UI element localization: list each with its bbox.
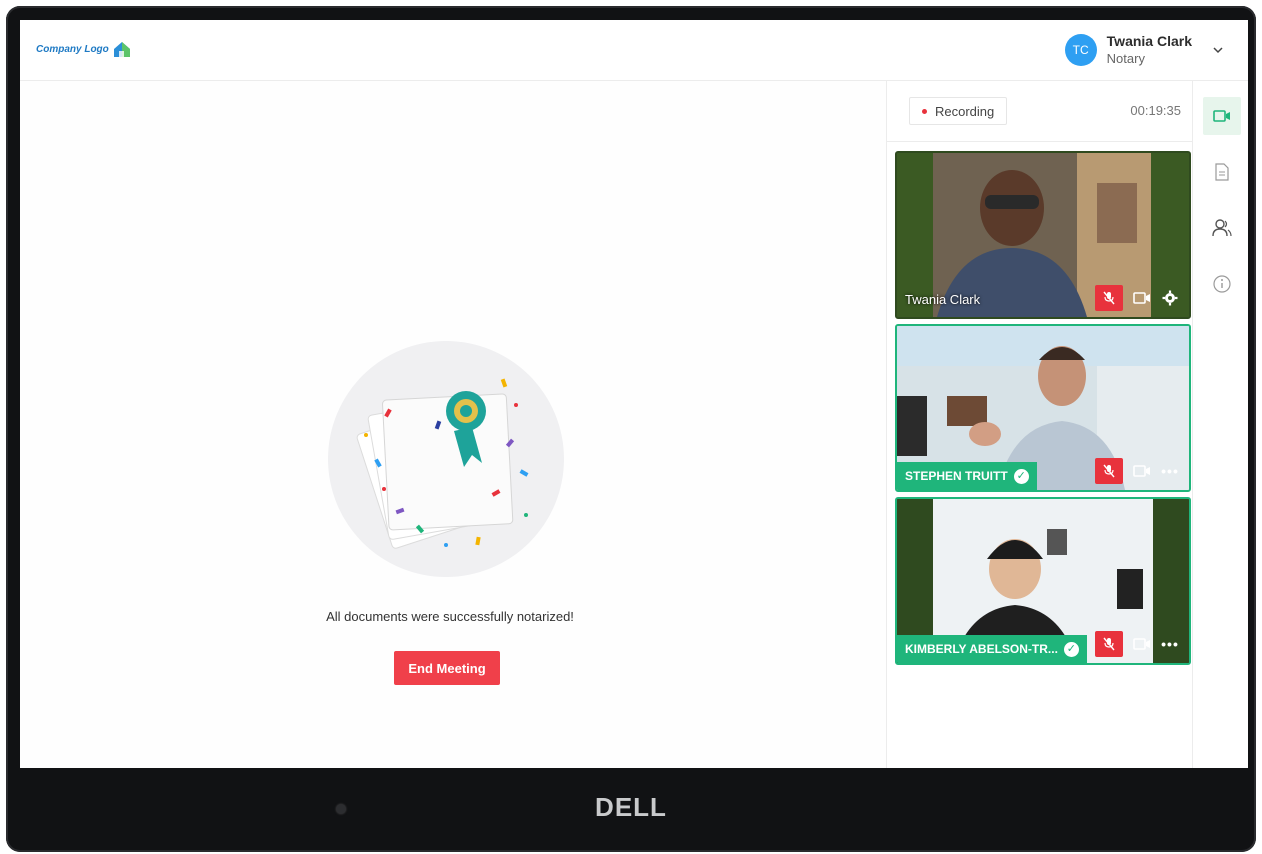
tile-controls — [1095, 285, 1179, 311]
app-screen: Company Logo TC Twania Clark Notary All … — [20, 20, 1248, 768]
main-content: All documents were successfully notarize… — [20, 81, 886, 768]
meeting-timer: 00:19:35 — [1130, 103, 1181, 118]
top-header: Company Logo TC Twania Clark Notary — [20, 20, 1248, 81]
more-options-icon[interactable]: ••• — [1161, 635, 1179, 653]
recording-label: Recording — [935, 103, 995, 119]
end-meeting-button[interactable]: End Meeting — [394, 651, 500, 685]
chevron-down-icon[interactable] — [1212, 44, 1224, 56]
recording-badge[interactable]: Recording — [909, 97, 1008, 125]
tile-controls: ••• — [1095, 631, 1179, 657]
mic-muted-icon[interactable] — [1095, 458, 1123, 484]
participants-panel: Recording 00:19:35 Twania Clark STEPHEN … — [886, 81, 1193, 768]
verified-check-icon: ✓ — [1013, 468, 1029, 484]
brand-logo: DELL — [595, 792, 667, 822]
laptop-chin: DELL — [6, 770, 1256, 852]
participant-name-tag: STEPHEN TRUITT ✓ — [897, 462, 1037, 490]
tile-controls: ••• — [1095, 458, 1179, 484]
webcam-icon — [336, 804, 346, 814]
info-icon[interactable] — [1203, 265, 1241, 303]
participant-name: STEPHEN TRUITT — [905, 469, 1008, 483]
participant-name: KIMBERLY ABELSON-TR... — [905, 642, 1058, 656]
video-tile[interactable]: KIMBERLY ABELSON-TR... ✓ ••• — [895, 497, 1191, 665]
camera-icon[interactable] — [1133, 462, 1151, 480]
video-tile[interactable]: Twania Clark — [895, 151, 1191, 319]
user-avatar: TC — [1064, 34, 1097, 66]
mic-muted-icon[interactable] — [1095, 631, 1123, 657]
gear-icon[interactable] — [1161, 289, 1179, 307]
success-message: All documents were successfully notarize… — [326, 609, 574, 624]
verified-check-icon: ✓ — [1063, 641, 1079, 657]
logo-house-icon — [113, 42, 130, 57]
camera-icon[interactable] — [1133, 289, 1151, 307]
side-icon-rail — [1192, 81, 1248, 768]
more-options-icon[interactable]: ••• — [1161, 462, 1179, 480]
mic-muted-icon[interactable] — [1095, 285, 1123, 311]
participant-name: Twania Clark — [905, 292, 981, 307]
user-menu[interactable]: TC Twania Clark Notary — [1064, 32, 1224, 68]
user-role: Notary — [1106, 51, 1145, 66]
company-logo[interactable]: Company Logo — [36, 40, 131, 58]
document-icon[interactable] — [1203, 153, 1241, 191]
user-info: Twania Clark Notary — [1107, 32, 1192, 68]
participants-icon[interactable] — [1203, 209, 1241, 247]
user-name: Twania Clark — [1106, 33, 1192, 49]
notarized-documents-illustration — [328, 341, 564, 577]
recording-bar: Recording 00:19:35 — [887, 81, 1193, 142]
recording-dot-icon — [922, 108, 927, 114]
participant-name-tag: KIMBERLY ABELSON-TR... ✓ — [897, 635, 1087, 663]
logo-text: Company Logo — [36, 43, 109, 55]
video-tile[interactable]: STEPHEN TRUITT ✓ ••• — [895, 324, 1191, 492]
video-camera-icon[interactable] — [1203, 97, 1241, 135]
camera-icon[interactable] — [1133, 635, 1151, 653]
